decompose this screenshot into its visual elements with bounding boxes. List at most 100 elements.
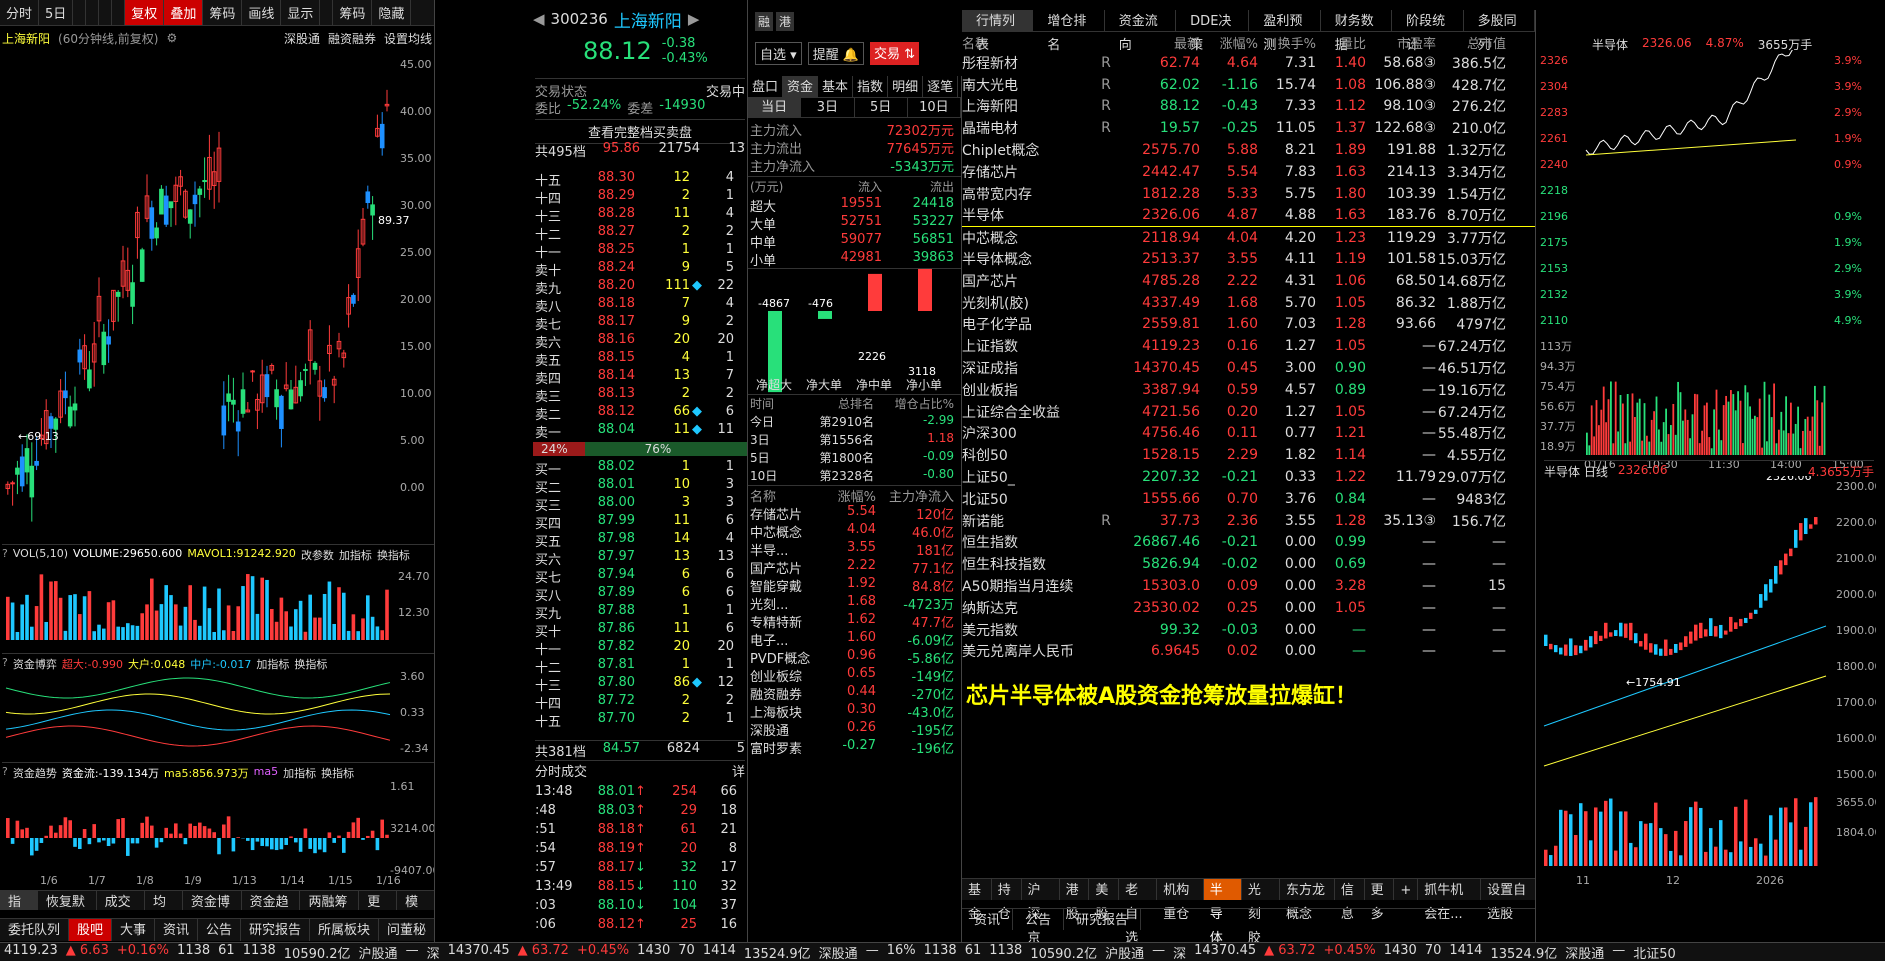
list-bottom-tab[interactable]: 机构重仓 (1157, 879, 1204, 922)
buy-level[interactable]: 买五 87.98 14 4 (535, 531, 745, 549)
list-row[interactable]: 恒生科技指数 5826.94 -0.02 0.00 0.69 — — (962, 553, 1535, 575)
toolbar-item[interactable] (320, 0, 334, 25)
toolbar-item[interactable]: 显示 (281, 0, 321, 25)
sector-row[interactable]: 智能穿戴 1.92 84.8亿 (750, 576, 959, 594)
mini-intraday-chart[interactable]: 2326 3.9% 2304 3.9% 2283 2.9% 2261 1.9% 2240 0.9%… (1536, 50, 1876, 470)
toolbar-item[interactable]: 隐藏 (372, 0, 412, 25)
list-head-cell[interactable]: 总市值 (1436, 33, 1506, 52)
sell-level[interactable]: 卖三 88.13 2 2 (535, 386, 745, 404)
trade-button[interactable]: 交易 ⇅ (870, 42, 920, 65)
fund-tab[interactable]: 基本 (818, 76, 854, 97)
fund-tab[interactable]: 逐笔 (923, 76, 959, 97)
sell-level[interactable]: 十二 88.27 2 2 (535, 224, 745, 242)
indicator-tab[interactable]: 成交量 (97, 891, 145, 934)
game-chart[interactable]: 3.60 0.33 -2.34 (0, 668, 435, 758)
sector-row[interactable]: 国产芯片 2.22 77.1亿 (750, 558, 959, 576)
list-row[interactable]: A50期指当月连续 15303.0 0.09 0.00 3.28 — 15 (962, 575, 1535, 597)
list-head-cell[interactable]: 最新 (1130, 33, 1200, 52)
sell-level[interactable]: 卖九 88.20 111 ◆ 22 (535, 278, 745, 296)
list-row[interactable]: 光刻机(胶) 4337.49 1.68 5.70 1.05 86.32 1.88万亿 (962, 292, 1535, 314)
list-bottom-tab[interactable]: 基金 (962, 879, 992, 922)
buy-level[interactable]: 买六 87.97 13 13 (535, 549, 745, 567)
list-row[interactable]: 国产芯片 4785.28 2.22 4.31 1.06 68.50 14.68万亿 (962, 270, 1535, 292)
sector-row[interactable]: 中芯概念 4.04 46.0亿 (750, 522, 959, 540)
rank-head[interactable]: 时间 总排名 增仓占比% (750, 395, 959, 413)
list-row[interactable]: 高带宽内存 1812.28 5.33 5.75 1.80 103.39 1.54万亿 (962, 183, 1535, 205)
rank-row[interactable]: 今日 第2910名 -2.99 (750, 413, 959, 431)
sell-level[interactable]: 卖一 88.04 11 ◆ 11 (535, 422, 745, 440)
list-row[interactable]: 深证成指 14370.45 0.45 3.00 0.90 —46.51万亿 (962, 357, 1535, 379)
trend-chart[interactable]: 1.613214.00-9407.00 (0, 778, 435, 888)
next-stock-icon[interactable]: ▶ (688, 10, 700, 28)
buy-level[interactable]: 买三 88.00 3 3 (535, 495, 745, 513)
buy-level[interactable]: 十五 87.70 2 1 (535, 711, 745, 729)
headline-banner[interactable]: 芯片半导体被A股资金抢筹放量拉爆缸！ (966, 678, 1357, 710)
sell-level[interactable]: 卖五 88.15 4 1 (535, 350, 745, 368)
left-tab[interactable]: 公告 (198, 919, 241, 941)
toolbar-item[interactable] (99, 0, 113, 25)
list-tab[interactable]: 增仓排名 (1033, 10, 1105, 53)
list-head-cell[interactable]: 市盈率 (1366, 33, 1436, 52)
kline-link-2[interactable]: 融资融券 (328, 30, 376, 47)
tag-gang[interactable]: 港 (776, 12, 795, 31)
rank-row[interactable]: 3日 第1556名 1.18 (750, 431, 959, 449)
toolbar-item[interactable]: 筹码 (203, 0, 243, 25)
list-bottom-tab[interactable]: 半导体 (1203, 879, 1242, 942)
toolbar-item[interactable]: 叠加 (164, 0, 204, 25)
sell-level[interactable]: 卖六 88.16 20 20 (535, 332, 745, 350)
indicator-tab[interactable]: 均线 (145, 891, 183, 934)
list-tab[interactable]: 盈利预测 (1249, 10, 1321, 53)
list-row[interactable]: 美元指数 99.32 -0.03 0.00 — — — (962, 619, 1535, 641)
buy-level[interactable]: 买七 87.94 6 6 (535, 567, 745, 585)
prev-stock-icon[interactable]: ◀ (533, 10, 545, 28)
list-row[interactable]: 半导体概念 2513.37 3.55 4.11 1.19 101.58 15.03万亿 (962, 248, 1535, 270)
list-row[interactable]: 恒生指数 26867.46 -0.21 0.00 0.99 — — (962, 532, 1535, 554)
list-row[interactable]: 科创50 1528.15 2.29 1.82 1.14 — 4.55万亿 (962, 444, 1535, 466)
sector-row[interactable]: 存储芯片 5.54 120亿 (750, 504, 959, 522)
list-row[interactable]: 南大光电 R 62.02 -1.16 15.74 1.08 106.88③ 428.7亿 (962, 74, 1535, 96)
list-row[interactable]: 上证综合全收益 4721.56 0.20 1.27 1.05 —67.24万亿 (962, 401, 1535, 423)
kline-chart[interactable]: 89.37 ←69.13 (0, 48, 435, 548)
list-bottom-tab[interactable]: 光刻胶 (1242, 879, 1280, 942)
buy-level[interactable]: 十一 87.82 20 20 (535, 639, 745, 657)
list-tab[interactable]: DDE决策 (1176, 10, 1250, 53)
sector-row[interactable]: 光刻... 1.68 -4723万 (750, 594, 959, 612)
left-tab[interactable]: 股吧 (69, 919, 112, 941)
list-row[interactable]: 上证50_ 2207.32 -0.21 0.33 1.22 11.79 29.07万亿 (962, 466, 1535, 488)
sector-row[interactable]: 专精特新 1.62 47.7亿 (750, 612, 959, 630)
list-row[interactable]: 存储芯片 2442.47 5.54 7.83 1.63 214.13 3.34万亿 (962, 161, 1535, 183)
mini-daily-chart[interactable]: 2300.00 2200.00 2100.00 2000.00 1900.00 1800.… (1536, 476, 1876, 896)
sell-level[interactable]: 卖八 88.18 7 4 (535, 296, 745, 314)
sell-level[interactable]: 十一 88.25 1 1 (535, 242, 745, 260)
sell-level[interactable]: 十三 88.28 11 4 (535, 206, 745, 224)
sell-level[interactable]: 卖二 88.12 66 ◆ 6 (535, 404, 745, 422)
sector-row[interactable]: 深股通 0.26 -195亿 (750, 720, 959, 738)
fund-subtab[interactable]: 5日 (855, 98, 908, 117)
indicator-tab[interactable]: 资金博弈 (183, 891, 242, 934)
list-tab[interactable]: 行情列表 (962, 10, 1034, 53)
buy-level[interactable]: 买十 87.86 11 6 (535, 621, 745, 639)
buy-level[interactable]: 十四 87.72 2 2 (535, 693, 745, 711)
sector-row[interactable]: 创业板综 0.65 -149亿 (750, 666, 959, 684)
indicator-tab[interactable]: 恢复默认 (38, 891, 97, 934)
sector-row[interactable]: 富时罗素 -0.27 -196亿 (750, 738, 959, 756)
ticks-detail-button[interactable]: 详 (732, 761, 745, 780)
toolbar-item[interactable] (73, 0, 87, 25)
news-tab[interactable]: 公告 (1013, 909, 1065, 930)
list-row[interactable]: 新诺能 R 37.73 2.36 3.55 1.28 35.13③ 156.7亿 (962, 510, 1535, 532)
fund-subtab[interactable]: 3日 (801, 98, 855, 117)
list-row[interactable]: 电子化学品 2559.81 1.60 7.03 1.28 93.66 4797亿 (962, 314, 1535, 336)
sector-row[interactable]: 上海板块 0.30 -43.0亿 (750, 702, 959, 720)
fund-subtab[interactable]: 当日 (748, 98, 802, 117)
buy-level[interactable]: 买四 87.99 11 6 (535, 513, 745, 531)
toolbar-item[interactable]: 画线 (242, 0, 282, 25)
left-tab[interactable]: 问董秘 (379, 919, 434, 941)
list-bottom-tab[interactable]: + (1394, 879, 1419, 900)
sector-row[interactable]: PVDF概念 0.96 -5.86亿 (750, 648, 959, 666)
toolbar-item[interactable]: 5日 (39, 0, 74, 25)
fund-tab[interactable]: 盘口 (748, 76, 784, 97)
indicator-tab[interactable]: 更多 (359, 891, 398, 934)
left-tab[interactable]: 委托队列 (0, 919, 69, 941)
toolbar-item[interactable] (112, 0, 126, 25)
indicator-tab[interactable]: 资金趋势 (242, 891, 301, 934)
